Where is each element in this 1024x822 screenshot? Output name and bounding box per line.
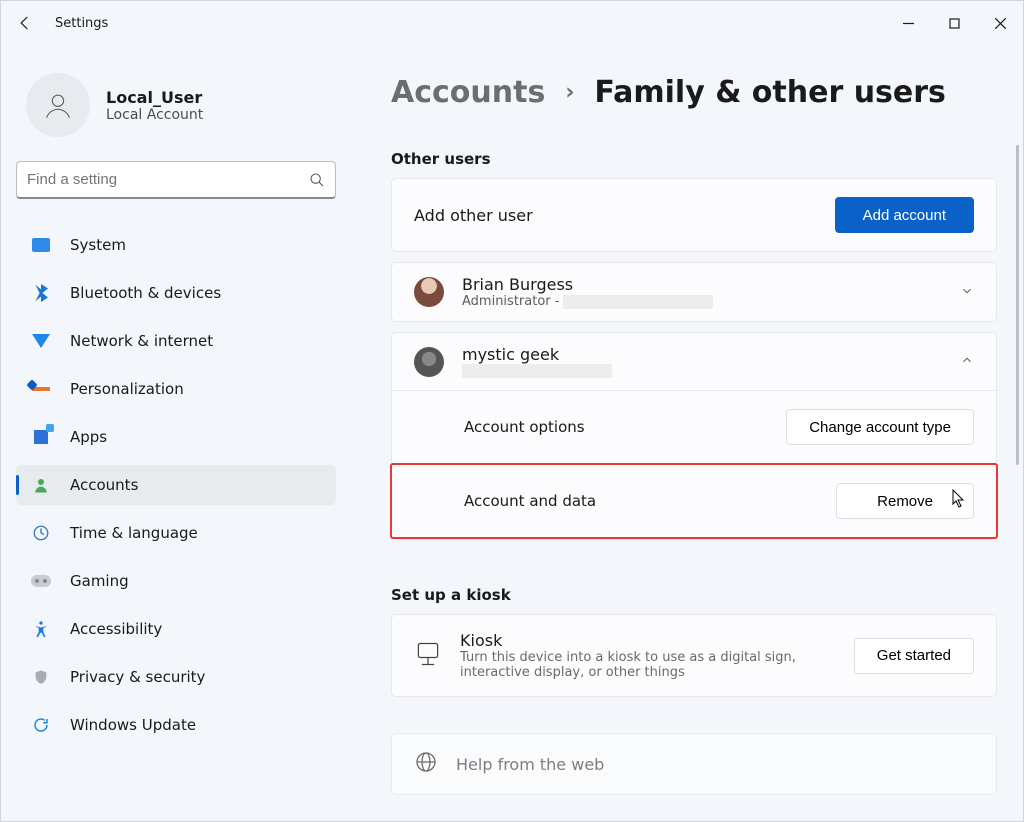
add-account-button[interactable]: Add account bbox=[835, 197, 974, 233]
user-mystic-geek: mystic geek Account options Change accou… bbox=[391, 332, 997, 540]
nav-accounts[interactable]: Accounts bbox=[16, 465, 336, 505]
search-box[interactable] bbox=[16, 161, 336, 199]
nav-time-language[interactable]: Time & language bbox=[16, 513, 336, 553]
window-controls bbox=[885, 1, 1023, 45]
remove-button[interactable]: Remove bbox=[836, 483, 974, 519]
account-and-data-row: Account and data Remove bbox=[392, 465, 996, 537]
help-row[interactable]: Help from the web bbox=[391, 733, 997, 795]
main-content: Accounts › Family & other users Other us… bbox=[351, 45, 1023, 821]
add-other-user-label: Add other user bbox=[414, 206, 533, 225]
highlight-annotation: Account and data Remove bbox=[390, 463, 998, 539]
user-row[interactable]: mystic geek bbox=[392, 333, 996, 390]
kiosk-heading: Set up a kiosk bbox=[391, 586, 997, 604]
account-and-data-label: Account and data bbox=[464, 492, 596, 510]
search-icon bbox=[309, 172, 325, 188]
avatar-icon bbox=[26, 73, 90, 137]
window-title: Settings bbox=[55, 16, 108, 31]
profile-block[interactable]: Local_User Local Account bbox=[16, 73, 336, 137]
wifi-icon bbox=[30, 330, 52, 352]
bluetooth-icon bbox=[30, 282, 52, 304]
redacted-text bbox=[462, 364, 612, 378]
person-icon bbox=[30, 474, 52, 496]
shield-icon bbox=[30, 666, 52, 688]
nav-windows-update[interactable]: Windows Update bbox=[16, 705, 336, 745]
scrollbar[interactable] bbox=[1016, 145, 1019, 465]
profile-type: Local Account bbox=[106, 107, 203, 123]
add-other-user-row: Add other user Add account bbox=[391, 178, 997, 252]
breadcrumb: Accounts › Family & other users bbox=[391, 75, 997, 110]
nav-privacy[interactable]: Privacy & security bbox=[16, 657, 336, 697]
page-title: Family & other users bbox=[594, 75, 946, 110]
nav-network[interactable]: Network & internet bbox=[16, 321, 336, 361]
avatar-icon bbox=[414, 277, 444, 307]
nav-system[interactable]: System bbox=[16, 225, 336, 265]
avatar-icon bbox=[414, 347, 444, 377]
clock-globe-icon bbox=[30, 522, 52, 544]
nav-apps[interactable]: Apps bbox=[16, 417, 336, 457]
nav-accessibility[interactable]: Accessibility bbox=[16, 609, 336, 649]
change-account-type-button[interactable]: Change account type bbox=[786, 409, 974, 445]
back-button[interactable] bbox=[11, 14, 39, 32]
redacted-text bbox=[563, 295, 713, 309]
user-name: Brian Burgess bbox=[462, 275, 713, 294]
nav-list: System Bluetooth & devices Network & int… bbox=[16, 225, 336, 745]
chevron-up-icon bbox=[960, 352, 974, 371]
update-icon bbox=[30, 714, 52, 736]
user-name: mystic geek bbox=[462, 345, 612, 364]
breadcrumb-root[interactable]: Accounts bbox=[391, 75, 545, 110]
nav-personalization[interactable]: Personalization bbox=[16, 369, 336, 409]
other-users-heading: Other users bbox=[391, 150, 997, 168]
apps-icon bbox=[30, 426, 52, 448]
nav-bluetooth[interactable]: Bluetooth & devices bbox=[16, 273, 336, 313]
nav-gaming[interactable]: Gaming bbox=[16, 561, 336, 601]
user-role: Administrator - bbox=[462, 294, 713, 309]
chevron-right-icon: › bbox=[565, 80, 574, 105]
gamepad-icon bbox=[30, 570, 52, 592]
profile-name: Local_User bbox=[106, 88, 203, 107]
accessibility-icon bbox=[30, 618, 52, 640]
user-brian-burgess: Brian Burgess Administrator - bbox=[391, 262, 997, 322]
kiosk-row: Kiosk Turn this device into a kiosk to u… bbox=[391, 614, 997, 697]
close-button[interactable] bbox=[977, 1, 1023, 45]
user-expanded-options: Account options Change account type Acco… bbox=[392, 390, 996, 539]
maximize-button[interactable] bbox=[931, 1, 977, 45]
brush-icon bbox=[30, 378, 52, 400]
account-options-row: Account options Change account type bbox=[392, 391, 996, 463]
kiosk-description: Turn this device into a kiosk to use as … bbox=[460, 650, 800, 680]
search-input[interactable] bbox=[27, 171, 309, 188]
minimize-button[interactable] bbox=[885, 1, 931, 45]
globe-icon bbox=[414, 750, 438, 778]
account-options-label: Account options bbox=[464, 418, 585, 436]
user-row[interactable]: Brian Burgess Administrator - bbox=[392, 263, 996, 321]
kiosk-title: Kiosk bbox=[460, 631, 800, 650]
help-label: Help from the web bbox=[456, 755, 604, 774]
sidebar: Local_User Local Account System Bluetoot… bbox=[1, 45, 351, 821]
display-icon bbox=[30, 234, 52, 256]
chevron-down-icon bbox=[960, 283, 974, 302]
user-role bbox=[462, 364, 612, 378]
get-started-button[interactable]: Get started bbox=[854, 638, 974, 674]
titlebar: Settings bbox=[1, 1, 1023, 45]
kiosk-icon bbox=[414, 640, 442, 672]
